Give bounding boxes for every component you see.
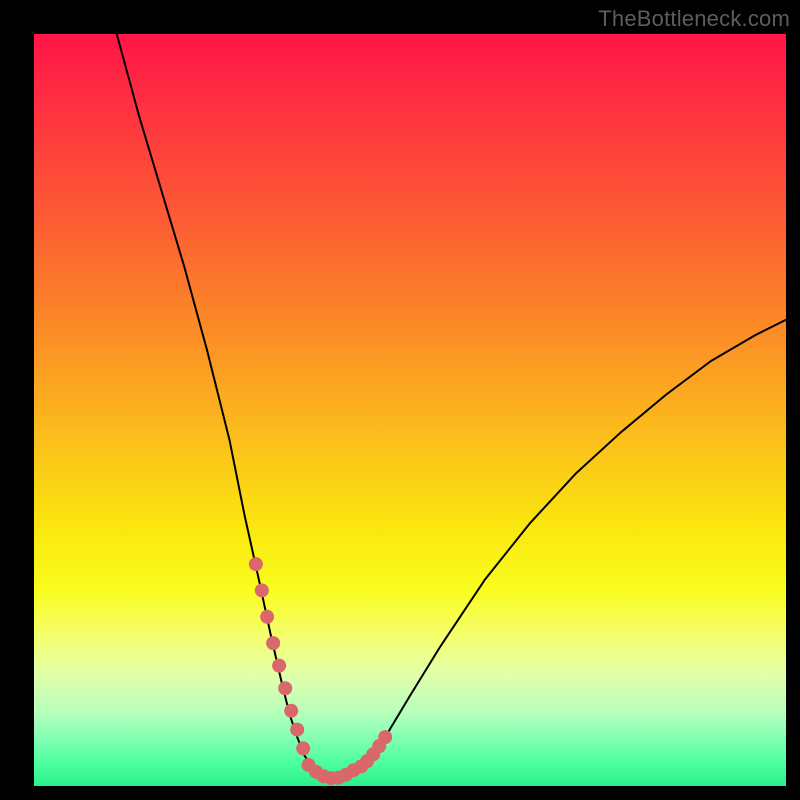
curve-line (117, 34, 786, 778)
plot-area (34, 34, 786, 786)
watermark-text: TheBottleneck.com (598, 6, 790, 32)
chart-svg (34, 34, 786, 786)
chart-frame: TheBottleneck.com (0, 0, 800, 800)
